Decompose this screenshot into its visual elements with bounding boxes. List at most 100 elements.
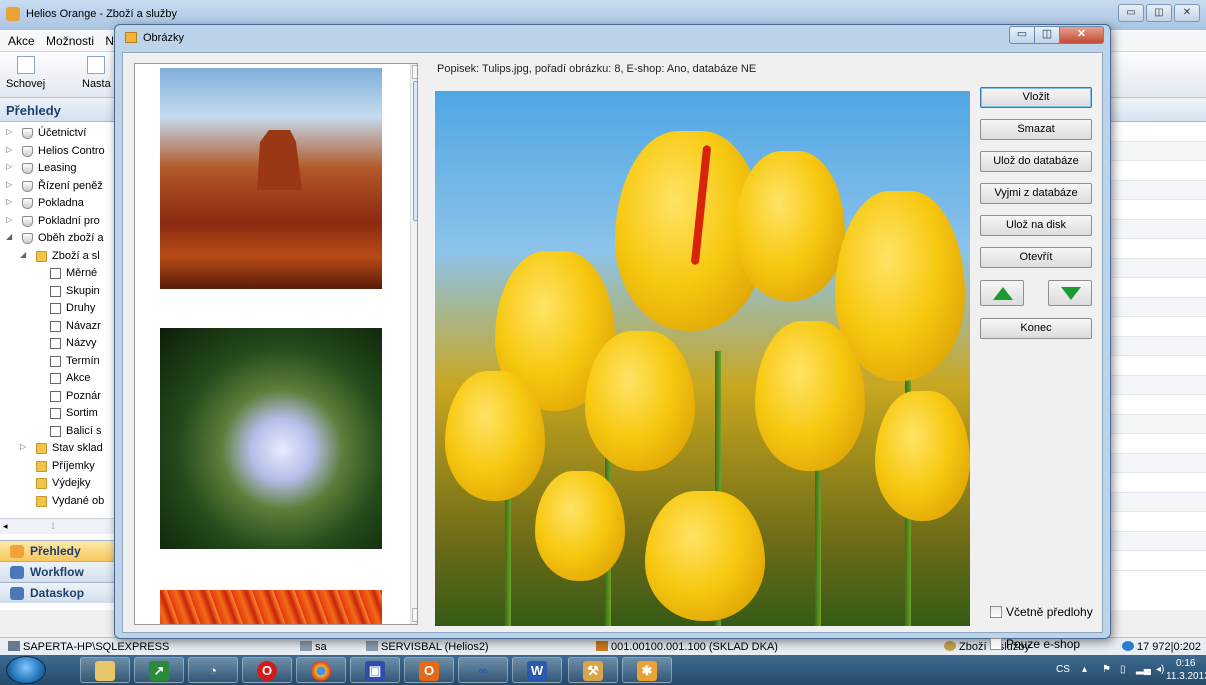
- table-row[interactable]: [1109, 375, 1206, 395]
- expand-toggle-icon[interactable]: ▷: [6, 215, 12, 224]
- taskbar-tools[interactable]: ⚒: [568, 657, 618, 683]
- dialog-maximize-button[interactable]: ◫: [1035, 26, 1060, 44]
- nav-pane-dataskop[interactable]: Dataskop: [0, 582, 120, 603]
- signal-icon[interactable]: ▂▄: [1136, 664, 1151, 675]
- expand-toggle-icon[interactable]: ▷: [6, 127, 12, 136]
- thumbnail-vertical-scrollbar[interactable]: ▲ ▼: [410, 64, 417, 624]
- taskbar-word[interactable]: W: [512, 657, 562, 683]
- tree-item[interactable]: Skupin: [0, 283, 119, 301]
- scroll-left-icon[interactable]: ◂: [3, 521, 8, 532]
- table-row[interactable]: [1109, 180, 1206, 200]
- thumbnail-desert[interactable]: [160, 68, 382, 289]
- taskbar-outlook[interactable]: O: [404, 657, 454, 683]
- menu-n[interactable]: N: [105, 34, 114, 48]
- table-row[interactable]: [1109, 258, 1206, 278]
- table-row[interactable]: [1109, 297, 1206, 317]
- tree-item[interactable]: ◢ Zboží a sl: [0, 248, 119, 266]
- move-down-button[interactable]: [1048, 280, 1092, 306]
- taskbar-chrome[interactable]: [296, 657, 346, 683]
- dialog-minimize-button[interactable]: ▭: [1009, 26, 1035, 44]
- checkbox-box[interactable]: [990, 638, 1002, 650]
- tree-item[interactable]: Termín: [0, 353, 119, 371]
- tree-item[interactable]: ◢ Oběh zboží a: [0, 230, 119, 248]
- tree-item[interactable]: Měrné: [0, 265, 119, 283]
- tree-item[interactable]: Druhy: [0, 300, 119, 318]
- table-row[interactable]: [1109, 453, 1206, 473]
- vyjmi-z-databaze-button[interactable]: Vyjmi z databáze: [980, 183, 1092, 204]
- table-row[interactable]: [1109, 395, 1206, 415]
- table-row[interactable]: [1109, 122, 1206, 142]
- vcetne-predlohy-checkbox[interactable]: Včetně předlohy: [990, 605, 1093, 619]
- tree-item[interactable]: Názvy: [0, 335, 119, 353]
- table-row[interactable]: [1109, 356, 1206, 376]
- app-restore-button[interactable]: ◫: [1146, 4, 1172, 22]
- table-row[interactable]: [1109, 278, 1206, 298]
- table-row[interactable]: [1109, 512, 1206, 532]
- thumbnail-chrysanthemum[interactable]: [160, 590, 382, 624]
- nav-pane-workflow[interactable]: Workflow: [0, 561, 120, 582]
- tree-item[interactable]: ▷ Řízení peněž: [0, 178, 119, 196]
- smazat-button[interactable]: Smazat: [980, 119, 1092, 140]
- volume-icon[interactable]: ◂): [1156, 664, 1164, 675]
- table-row[interactable]: [1109, 317, 1206, 337]
- tree-item[interactable]: Návazr: [0, 318, 119, 336]
- nav-pane-přehledy[interactable]: Přehledy: [0, 540, 120, 561]
- table-row[interactable]: [1109, 141, 1206, 161]
- taskbar-infinity[interactable]: ∞: [458, 657, 508, 683]
- dialog-close-button[interactable]: ✕: [1060, 26, 1104, 44]
- table-row[interactable]: [1109, 434, 1206, 454]
- taskbar-explorer[interactable]: [80, 657, 130, 683]
- nastaveni-button[interactable]: Nasta: [82, 56, 111, 90]
- tree-item[interactable]: Sortim: [0, 405, 119, 423]
- table-row[interactable]: [1109, 336, 1206, 356]
- table-row[interactable]: [1109, 219, 1206, 239]
- taskbar-save[interactable]: ▣: [350, 657, 400, 683]
- table-row[interactable]: [1109, 414, 1206, 434]
- tree-item[interactable]: Příjemky: [0, 458, 119, 476]
- tree-horizontal-scrollbar[interactable]: ◂ ⦙: [0, 518, 118, 534]
- table-row[interactable]: [1109, 473, 1206, 493]
- expand-toggle-icon[interactable]: ◢: [6, 232, 12, 241]
- uloz-na-disk-button[interactable]: Ulož na disk: [980, 215, 1092, 236]
- table-row[interactable]: [1109, 161, 1206, 181]
- tree-item[interactable]: Vydané ob: [0, 493, 119, 511]
- scroll-down-icon[interactable]: ▼: [412, 608, 417, 622]
- table-row[interactable]: [1109, 531, 1206, 551]
- pouze-eshop-checkbox[interactable]: Pouze e-shop: [990, 637, 1080, 651]
- tree-item[interactable]: Akce: [0, 370, 119, 388]
- konec-button[interactable]: Konec: [980, 318, 1092, 339]
- tree-item[interactable]: Balicí s: [0, 423, 119, 441]
- tree-item[interactable]: ▷ Účetnictví: [0, 125, 119, 143]
- tree-item[interactable]: Výdejky: [0, 475, 119, 493]
- scroll-up-icon[interactable]: ▲: [412, 65, 417, 79]
- move-up-button[interactable]: [980, 280, 1024, 306]
- tray-expand-icon[interactable]: ▴: [1082, 664, 1087, 675]
- table-row[interactable]: [1109, 492, 1206, 512]
- uloz-do-databaze-button[interactable]: Ulož do databáze: [980, 151, 1092, 172]
- taskbar-helios[interactable]: ✱: [622, 657, 672, 683]
- table-row[interactable]: [1109, 551, 1206, 571]
- expand-toggle-icon[interactable]: ▷: [6, 145, 12, 154]
- table-row[interactable]: [1109, 200, 1206, 220]
- language-indicator[interactable]: CS: [1056, 664, 1070, 675]
- tree-item[interactable]: Poznár: [0, 388, 119, 406]
- tree-item[interactable]: ▷ Pokladní pro: [0, 213, 119, 231]
- tree-item[interactable]: ▷ Stav sklad: [0, 440, 119, 458]
- checkbox-box[interactable]: [990, 606, 1002, 618]
- tree-item[interactable]: ▷ Pokladna: [0, 195, 119, 213]
- tree-item[interactable]: ▷ Helios Contro: [0, 143, 119, 161]
- scrollbar-thumb[interactable]: [413, 81, 417, 221]
- start-button[interactable]: [6, 656, 46, 684]
- clock-date[interactable]: 11.3.2013: [1166, 671, 1206, 682]
- tree-item[interactable]: ▷ Leasing: [0, 160, 119, 178]
- expand-toggle-icon[interactable]: ▷: [6, 197, 12, 206]
- app-close-button[interactable]: ✕: [1174, 4, 1200, 22]
- taskbar-app-chart[interactable]: ↗: [134, 657, 184, 683]
- flag-icon[interactable]: ⚑: [1102, 664, 1111, 675]
- taskbar-wifi[interactable]: ◔: [188, 657, 238, 683]
- expand-toggle-icon[interactable]: ▷: [6, 162, 12, 171]
- table-row[interactable]: [1109, 239, 1206, 259]
- expand-toggle-icon[interactable]: ▷: [6, 180, 12, 189]
- menu-moznosti[interactable]: Možnosti: [46, 34, 94, 48]
- expand-toggle-icon[interactable]: ◢: [20, 250, 26, 259]
